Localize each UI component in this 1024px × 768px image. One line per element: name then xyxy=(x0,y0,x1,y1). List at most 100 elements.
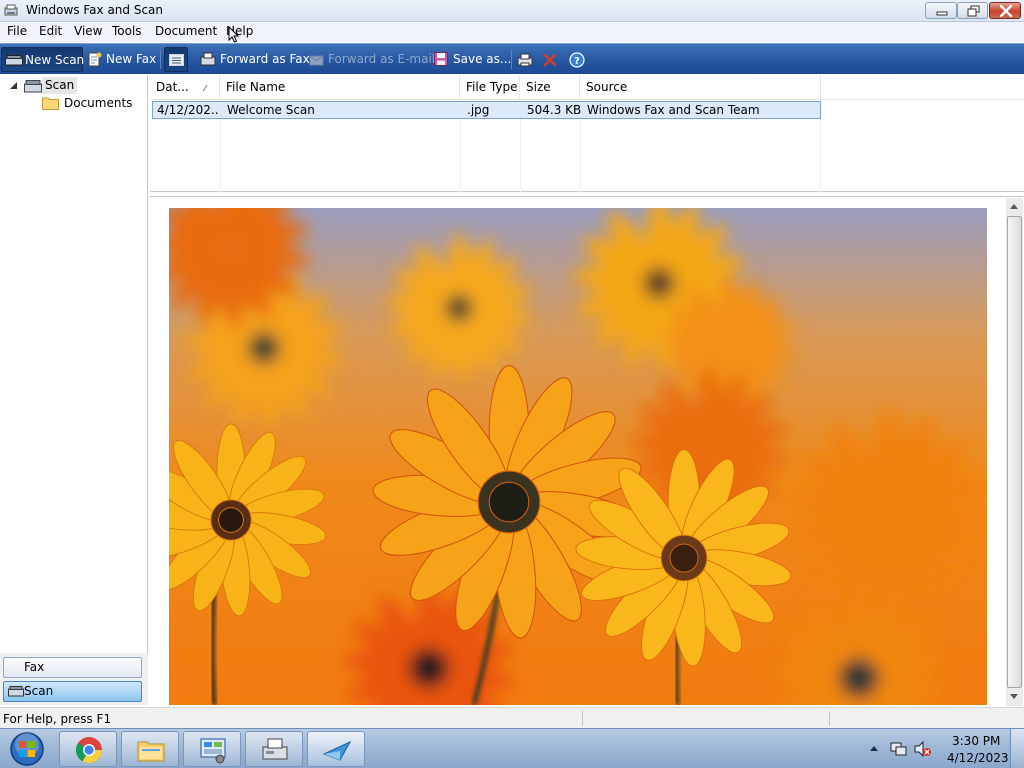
minimize-button[interactable] xyxy=(925,2,957,19)
folder-tree-panel: Scan Documents xyxy=(0,75,148,653)
new-fax-label: New Fax xyxy=(106,52,157,66)
column-header-file-name[interactable]: File Name xyxy=(220,75,460,100)
preview-vertical-scrollbar[interactable] xyxy=(1006,198,1023,706)
floppy-disk-icon xyxy=(434,52,448,66)
help-question-icon: ? xyxy=(569,52,585,68)
scanner-icon xyxy=(24,80,42,93)
toolbar-separator xyxy=(511,50,512,69)
svg-text:?: ? xyxy=(574,56,580,67)
forward-as-email-label: Forward as E-mail xyxy=(328,52,436,66)
chrome-icon xyxy=(75,737,103,764)
sort-indicator-icon xyxy=(202,84,208,92)
column-header-date[interactable]: Dat... xyxy=(150,75,220,100)
column-header-file-name-label: File Name xyxy=(226,80,286,94)
column-header-source-label: Source xyxy=(586,80,628,94)
taskbar-chrome-button[interactable] xyxy=(59,731,117,767)
preview-image xyxy=(169,208,987,705)
tree-item-scan-label: Scan xyxy=(45,78,75,92)
cell-file-type: .jpg xyxy=(467,103,490,117)
menu-file[interactable]: File xyxy=(7,24,27,38)
email-forward-icon xyxy=(309,55,324,66)
control-panel-icon xyxy=(200,738,226,764)
new-fax-button[interactable]: New Fax xyxy=(86,47,156,72)
taskbar-fax-printer-button[interactable] xyxy=(245,731,303,767)
forward-as-fax-label: Forward as Fax xyxy=(220,52,310,66)
menu-tools[interactable]: Tools xyxy=(112,24,142,38)
forward-as-fax-button[interactable]: Forward as Fax xyxy=(198,47,310,72)
tree-item-documents-label: Documents xyxy=(64,96,133,110)
printer-icon xyxy=(517,53,533,67)
forward-as-email-button[interactable]: Forward as E-mail xyxy=(307,47,435,72)
menu-bar: File Edit View Tools Document Help xyxy=(0,22,1024,43)
title-bar: Windows Fax and Scan xyxy=(0,0,1024,22)
taskbar-explorer-button[interactable] xyxy=(121,731,179,767)
toolbar: New Scan New Fax Forward as Fax Forward … xyxy=(0,43,1024,74)
status-divider xyxy=(582,711,583,726)
show-hidden-icons-arrow-icon[interactable] xyxy=(870,746,878,751)
cell-size: 504.3 KB xyxy=(527,103,581,117)
column-header-file-type[interactable]: File Type xyxy=(460,75,520,100)
clock-date[interactable]: 4/12/2023 xyxy=(947,751,1009,765)
fax-scan-app-icon xyxy=(322,740,352,761)
menu-document[interactable]: Document xyxy=(155,24,217,38)
clock-time[interactable]: 3:30 PM xyxy=(952,734,1000,748)
navigation-pane-switcher: Fax Scan xyxy=(0,653,148,705)
network-icon[interactable] xyxy=(890,741,908,757)
nav-scan-button[interactable]: Scan xyxy=(3,681,142,702)
column-header-size[interactable]: Size xyxy=(520,75,580,100)
minimize-icon xyxy=(936,11,948,16)
column-header-date-label: Dat... xyxy=(156,80,189,94)
view-mode-button[interactable] xyxy=(164,47,188,72)
column-header-file-type-label: File Type xyxy=(466,80,518,94)
close-button[interactable] xyxy=(989,2,1021,19)
fax-scan-app-icon xyxy=(4,4,18,16)
menu-view[interactable]: View xyxy=(74,24,102,38)
folder-icon xyxy=(42,97,59,110)
taskbar-control-panel-button[interactable] xyxy=(183,731,241,767)
scroll-down-arrow-icon[interactable] xyxy=(1010,694,1018,699)
print-button[interactable] xyxy=(515,47,535,72)
fax-printer-icon xyxy=(262,738,288,760)
status-text: For Help, press F1 xyxy=(3,712,112,726)
delete-button[interactable] xyxy=(540,47,560,72)
file-explorer-icon xyxy=(137,741,165,762)
mouse-cursor-icon xyxy=(228,26,240,43)
scanner-icon xyxy=(5,55,23,66)
restore-icon xyxy=(967,5,980,17)
scrollbar-thumb[interactable] xyxy=(1007,216,1022,688)
save-as-label: Save as... xyxy=(453,52,512,66)
scroll-up-arrow-icon[interactable] xyxy=(1010,204,1018,209)
tree-item-documents[interactable]: Documents xyxy=(64,95,132,112)
volume-muted-icon[interactable] xyxy=(914,741,932,757)
show-desktop-button[interactable] xyxy=(1010,729,1024,768)
column-header-source[interactable]: Source xyxy=(580,75,821,100)
cell-date: 4/12/202... xyxy=(157,103,219,117)
fax-forward-icon xyxy=(200,52,216,66)
list-header: Dat... File Name File Type Size Source xyxy=(150,75,1024,100)
document-list: Dat... File Name File Type Size Source 4… xyxy=(150,75,1024,192)
restore-button[interactable] xyxy=(957,2,988,19)
cell-file-name: Welcome Scan xyxy=(227,103,315,117)
toolbar-separator xyxy=(160,50,161,69)
status-bar: For Help, press F1 xyxy=(0,707,1024,728)
tree-expanded-arrow-icon[interactable] xyxy=(9,81,18,90)
tree-item-scan[interactable]: Scan xyxy=(42,77,78,94)
new-scan-label: New Scan xyxy=(25,53,85,67)
save-as-button[interactable]: Save as... xyxy=(432,47,512,72)
new-scan-button[interactable]: New Scan xyxy=(1,47,85,72)
delete-x-icon xyxy=(543,53,557,67)
taskbar: 3:30 PM 4/12/2023 xyxy=(0,728,1024,768)
close-icon xyxy=(999,4,1013,18)
scanner-icon xyxy=(8,686,24,697)
menu-edit[interactable]: Edit xyxy=(39,24,62,38)
cell-source: Windows Fax and Scan Team xyxy=(587,103,760,117)
window-title: Windows Fax and Scan xyxy=(26,3,164,17)
nav-fax-button[interactable]: Fax xyxy=(3,657,142,678)
help-button[interactable]: ? xyxy=(566,47,588,72)
start-orb-icon[interactable] xyxy=(4,731,50,767)
table-row[interactable]: 4/12/202... Welcome Scan .jpg 504.3 KB W… xyxy=(152,101,821,119)
flower-photo xyxy=(169,208,987,705)
document-preview-pane xyxy=(150,196,1024,706)
taskbar-fax-scan-button[interactable] xyxy=(307,731,365,767)
status-divider xyxy=(829,711,830,726)
